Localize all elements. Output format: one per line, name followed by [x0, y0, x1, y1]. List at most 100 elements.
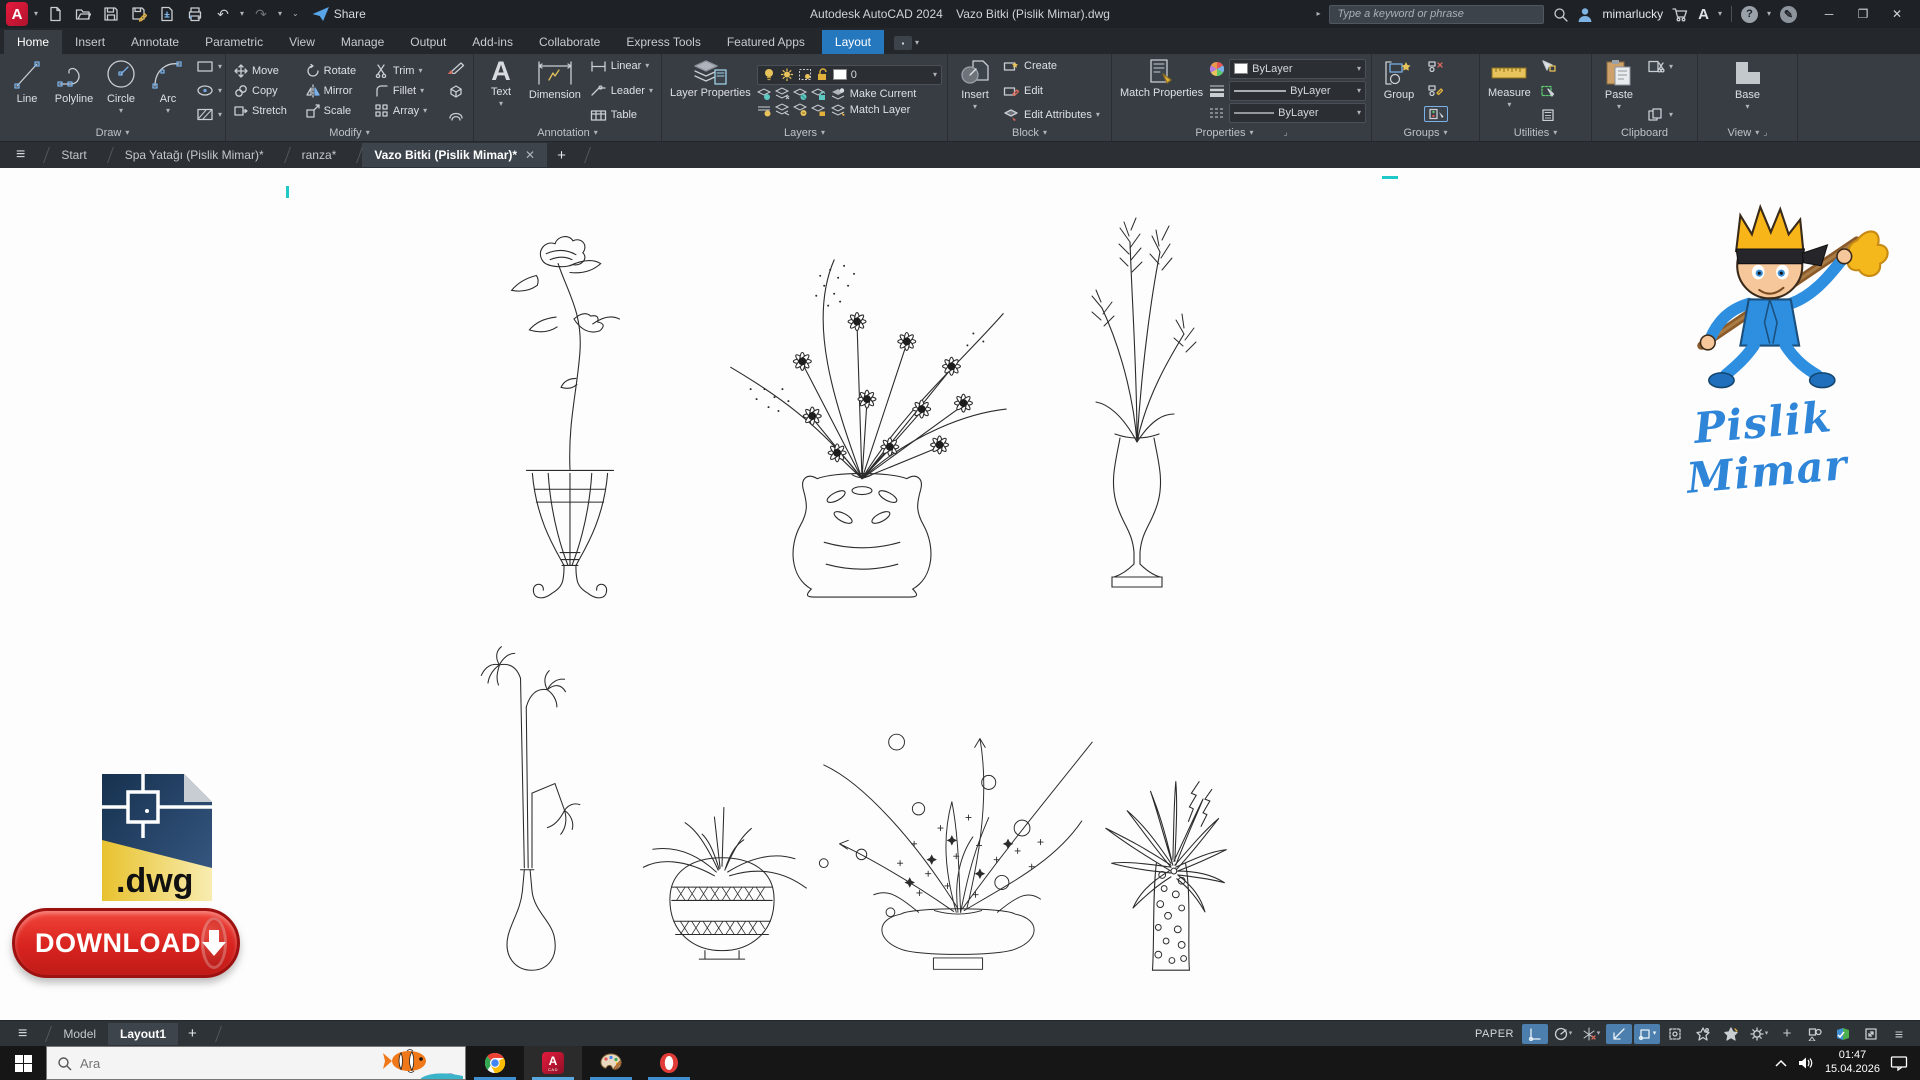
file-tabs-menu-icon[interactable]: ≡ — [6, 146, 35, 164]
block-create-button[interactable]: Create — [1000, 59, 1103, 73]
selection-cycling-button[interactable] — [1662, 1024, 1688, 1044]
ribbon-tab-annotate[interactable]: Annotate — [118, 30, 192, 54]
linear-button[interactable]: Linear▾ — [587, 59, 656, 73]
panel-block-label[interactable]: Block▾ — [948, 124, 1111, 141]
panel-clipboard-label[interactable]: Clipboard — [1592, 124, 1697, 141]
id-point-button[interactable] — [1537, 59, 1559, 73]
panel-view-label[interactable]: View▾⌟ — [1698, 124, 1797, 141]
panel-properties-label[interactable]: Properties▾⌟ — [1112, 124, 1371, 141]
save-button[interactable] — [100, 3, 122, 25]
new-file-button[interactable] — [44, 3, 66, 25]
array-button[interactable]: Array▾ — [372, 101, 441, 121]
model-tab[interactable]: Model — [51, 1023, 108, 1045]
ribbon-tab-layout[interactable]: Layout — [822, 30, 884, 54]
close-tab-icon[interactable]: ✕ — [525, 148, 535, 162]
help-search-input[interactable] — [1329, 5, 1544, 24]
scale-button[interactable]: Scale — [303, 101, 370, 121]
share-button[interactable]: Share — [313, 7, 366, 21]
quick-select-button[interactable] — [1537, 84, 1559, 98]
panel-utilities-label[interactable]: Utilities▾ — [1480, 124, 1591, 141]
layer-properties-button[interactable]: Layer Properties — [667, 57, 754, 124]
match-properties-button[interactable]: Match Properties — [1117, 57, 1206, 124]
ribbon-tab-express-tools[interactable]: Express Tools — [613, 30, 713, 54]
autocad-logo-button[interactable]: A — [6, 3, 28, 25]
minimize-button[interactable]: ─ — [1812, 1, 1846, 27]
fillet-button[interactable]: Fillet▾ — [372, 81, 441, 101]
rotate-button[interactable]: Rotate — [303, 61, 370, 81]
view-dialog-launcher-icon[interactable]: ⌟ — [1763, 127, 1767, 138]
undo-button[interactable]: ↶ — [212, 3, 234, 25]
move-button[interactable]: Move — [231, 61, 301, 81]
ribbon-tab-insert[interactable]: Insert — [62, 30, 118, 54]
panel-layers-label[interactable]: Layers▾ — [662, 124, 947, 141]
erase-button[interactable] — [444, 59, 468, 75]
autodesk-account-icon[interactable]: A — [1698, 6, 1709, 23]
dimension-button[interactable]: Dimension — [526, 57, 584, 124]
panel-groups-label[interactable]: Groups▾ — [1372, 124, 1479, 141]
cart-icon[interactable] — [1672, 7, 1689, 22]
file-tab-start[interactable]: Start — [49, 143, 98, 167]
user-icon[interactable] — [1577, 7, 1593, 22]
match-layer-button[interactable]: Match Layer — [829, 103, 913, 117]
ellipse-button[interactable]: ▾ — [193, 83, 225, 98]
annotation-autoscale-button[interactable] — [1718, 1024, 1744, 1044]
object-snap-tracking-button[interactable] — [1606, 1024, 1632, 1044]
drawing-canvas[interactable]: Pislik Mimar .dwg DOWNLO — [0, 168, 1920, 1020]
clean-screen-button[interactable] — [1858, 1024, 1884, 1044]
layout1-tab[interactable]: Layout1 — [108, 1023, 178, 1045]
file-tab-ranza[interactable]: ranza* — [290, 143, 349, 167]
table-button[interactable]: Table — [587, 108, 656, 122]
publish-button[interactable] — [156, 3, 178, 25]
file-tab-spa-yatagi[interactable]: Spa Yatağı (Pislik Mimar)* — [113, 143, 276, 167]
ribbon-tab-output[interactable]: Output — [397, 30, 459, 54]
copy-button[interactable]: Copy — [231, 81, 301, 101]
base-button[interactable]: Base ▾ — [1726, 57, 1770, 124]
restore-button[interactable]: ❐ — [1846, 1, 1880, 27]
taskbar-search-input[interactable] — [80, 1056, 310, 1071]
quick-calc-button[interactable] — [1537, 108, 1559, 122]
cut-button[interactable]: ▾ — [1644, 59, 1676, 74]
taskbar-paint-button[interactable] — [582, 1046, 640, 1080]
panel-draw-label[interactable]: Draw▾ — [0, 124, 225, 141]
polar-tracking-button[interactable]: ▾ — [1550, 1024, 1576, 1044]
leader-button[interactable]: Leader▾ — [587, 84, 656, 98]
block-edit-button[interactable]: Edit — [1000, 84, 1103, 98]
customization-button[interactable]: ≡ — [1886, 1024, 1912, 1044]
download-button[interactable]: DOWNLOAD — [12, 908, 240, 978]
stretch-button[interactable]: Stretch — [231, 101, 301, 121]
text-button[interactable]: A Text ▾ — [479, 57, 523, 124]
workspace-switching-button[interactable]: + — [1774, 1024, 1800, 1044]
ribbon-display-icon[interactable]: ▪ — [894, 36, 912, 50]
new-drawing-icon[interactable]: + — [547, 147, 576, 164]
redo-button[interactable]: ↷ — [250, 3, 272, 25]
taskbar-search[interactable] — [46, 1046, 466, 1080]
annotation-visibility-button[interactable] — [1690, 1024, 1716, 1044]
polyline-button[interactable]: Polyline — [52, 57, 96, 124]
ribbon-tab-parametric[interactable]: Parametric — [192, 30, 276, 54]
close-button[interactable]: ✕ — [1880, 1, 1914, 27]
measure-button[interactable]: Measure ▾ — [1485, 57, 1534, 124]
group-button[interactable]: Group — [1377, 57, 1421, 124]
graphics-performance-button[interactable] — [1830, 1024, 1856, 1044]
paste-button[interactable]: Paste ▾ — [1597, 57, 1641, 124]
save-as-button[interactable] — [128, 3, 150, 25]
ribbon-tab-collaborate[interactable]: Collaborate — [526, 30, 613, 54]
ribbon-tab-view[interactable]: View — [276, 30, 328, 54]
search-icon[interactable] — [1553, 7, 1568, 22]
snap-mode-button[interactable] — [1522, 1024, 1548, 1044]
ribbon-tab-manage[interactable]: Manage — [328, 30, 397, 54]
help-icon[interactable]: ? — [1741, 6, 1758, 23]
object-snap-button[interactable]: ▾ — [1634, 1024, 1660, 1044]
group-selection-toggle[interactable] — [1424, 106, 1448, 122]
taskbar-opera-button[interactable] — [640, 1046, 698, 1080]
search-expand-icon[interactable]: ▸ — [1316, 10, 1320, 18]
rectangle-button[interactable]: ▾ — [193, 59, 225, 74]
panel-modify-label[interactable]: Modify▾ — [226, 124, 473, 141]
annotation-monitor-button[interactable] — [1802, 1024, 1828, 1044]
volume-icon[interactable] — [1798, 1056, 1815, 1070]
new-layout-icon[interactable]: + — [178, 1025, 207, 1042]
line-button[interactable]: Line — [5, 57, 49, 124]
ribbon-tab-featured-apps[interactable]: Featured Apps — [714, 30, 818, 54]
feedback-icon[interactable]: ✎ — [1780, 6, 1797, 23]
linetype-dropdown[interactable]: ByLayer ▾ — [1229, 103, 1366, 123]
